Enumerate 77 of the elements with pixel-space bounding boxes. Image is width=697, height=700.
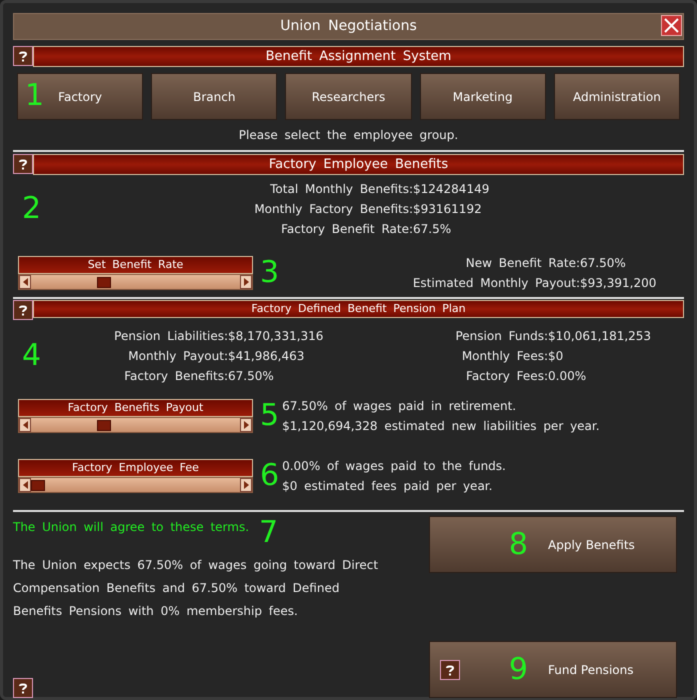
right-triangle-icon [244,481,248,489]
action-button[interactable]: 9 Fund Pensions [429,641,677,698]
callout-number: 5 [260,401,280,431]
callout-number: 6 [260,461,280,491]
stat-value: $8,170,331,316 [228,328,324,345]
terms-paragraph: The Union expects 67.50% of wages going toward Direct Compensation Benefits and 67.50% toward Defined Benefits Pensions with 0% membership fees. [13,557,380,620]
callout-number: 9 [508,654,528,684]
stat-value: $0 [548,348,564,365]
stat-value: $41,986,463 [228,348,304,365]
scroll-right-button[interactable] [240,478,252,492]
stat-value: 0.00% [548,368,586,385]
callout-number: 3 [260,258,280,288]
group-button[interactable]: Researchers [285,73,412,120]
callout-number: 8 [508,530,528,560]
section-header: Factory Employee Benefits [33,154,684,175]
stat-label: Estimated Monthly Payout: [412,275,580,292]
group-button[interactable]: Branch [151,73,278,120]
callout-number: 2 [21,194,42,224]
stat-label: Total Monthly Benefits: [269,181,413,198]
help-icon[interactable] [440,660,460,680]
left-triangle-icon [22,481,28,489]
section-header: Benefit Assignment System [33,46,684,67]
right-triangle-icon [244,421,248,429]
scroll-right-button[interactable] [240,418,252,432]
hint-text: Please select the employee group. [238,127,460,144]
info-text: $0 estimated fees paid per year. [282,478,494,495]
action-button[interactable]: 8 Apply Benefits [429,516,677,573]
status-text: The Union will agree to these terms. [13,519,250,536]
stat-label: Factory Benefit Rate: [280,221,413,238]
stat-value: $124284149 [413,181,490,198]
section-header: Factory Defined Benefit Pension Plan [33,300,684,318]
slider-track[interactable] [18,417,253,433]
stat-value: $93,391,200 [580,275,656,292]
slider-thumb[interactable] [97,420,112,431]
stat-label: New Benefit Rate: [464,255,580,272]
close-button[interactable] [661,15,682,36]
slider-label: Factory Benefits Payout [18,399,253,417]
help-icon[interactable] [13,678,33,698]
stat-value: $10,061,181,253 [548,328,652,345]
stat-label: Pension Funds: [454,328,548,345]
callout-number: 7 [259,518,278,548]
stat-label: Factory Benefits: [123,368,228,385]
stat-value: 67.50% [228,368,274,385]
slider-track[interactable] [18,274,253,290]
stat-label: Pension Liabilities: [113,328,228,345]
help-icon[interactable] [13,300,33,320]
group-button[interactable]: Marketing [420,73,546,120]
callout-number: 4 [21,341,42,371]
slider-thumb[interactable] [97,277,112,288]
info-text: 0.00% of wages paid to the funds. [282,458,506,475]
right-triangle-icon [244,278,248,286]
stat-value: $93161192 [413,201,482,218]
stat-label: Factory Fees: [465,368,548,385]
info-text: $1,120,694,328 estimated new liabilities per year. [282,418,600,435]
stat-value: 67.50% [580,255,626,272]
help-icon[interactable] [13,154,33,174]
scroll-left-button[interactable] [19,275,31,289]
button-label: Fund Pensions [548,662,634,678]
group-button[interactable]: Administration [554,73,680,120]
stat-value: 67.5% [413,221,452,238]
info-text: 67.50% of wages paid in retirement. [282,398,518,415]
stat-label: Monthly Payout: [127,348,228,365]
scroll-right-button[interactable] [240,275,252,289]
slider-thumb[interactable] [31,480,45,491]
stat-label: Monthly Factory Benefits: [253,201,413,218]
scroll-left-button[interactable] [19,478,31,492]
slider-label: Factory Employee Fee [18,459,253,477]
slider-label: Set Benefit Rate [18,256,253,274]
button-label: Apply Benefits [548,536,635,554]
window-title: Union Negotiations [13,13,684,40]
left-triangle-icon [22,421,28,429]
stat-label: Monthly Fees: [460,348,548,365]
scroll-left-button[interactable] [19,418,31,432]
slider-track[interactable] [18,477,253,493]
callout-number: 1 [25,81,44,111]
help-icon[interactable] [13,46,33,66]
left-triangle-icon [22,278,28,286]
